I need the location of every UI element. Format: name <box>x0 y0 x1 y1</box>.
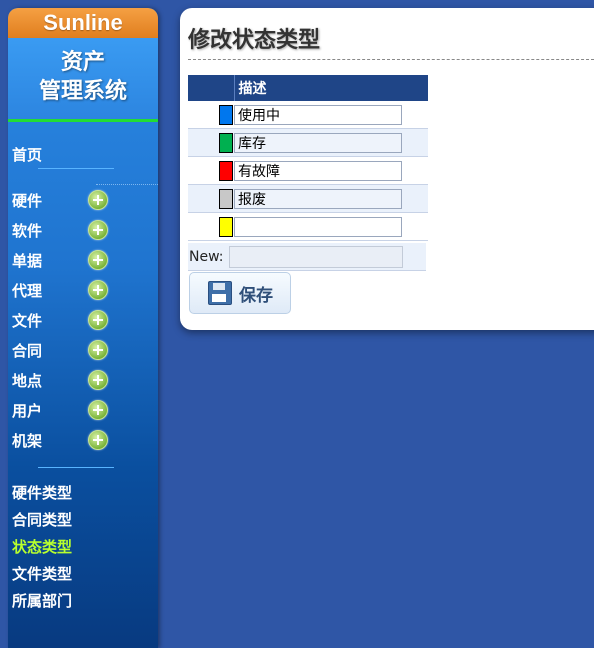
type-link-hardware-types[interactable]: 硬件类型 <box>8 480 158 507</box>
save-button-label: 保存 <box>239 285 273 306</box>
color-column-header <box>188 75 235 101</box>
nav-item-racks[interactable]: 机架 <box>8 425 158 455</box>
floppy-disk-icon <box>208 281 232 305</box>
expand-plus-icon[interactable] <box>88 250 108 270</box>
expand-plus-icon[interactable] <box>88 400 108 420</box>
type-link-contract-types[interactable]: 合同类型 <box>8 507 158 534</box>
app-title-line2: 管理系统 <box>38 79 127 104</box>
nav-item-users[interactable]: 用户 <box>8 395 158 425</box>
status-table: 描述 <box>188 75 428 241</box>
nav-item-label[interactable]: 地点 <box>12 370 88 391</box>
sidebar: Sunline 资产 管理系统 首页 硬件 软件 单据 代理 文件 合同 地点 … <box>8 8 158 648</box>
table-row <box>188 212 428 241</box>
expand-plus-icon[interactable] <box>88 220 108 240</box>
table-row <box>188 128 428 157</box>
type-link-status-types[interactable]: 状态类型 <box>8 534 158 561</box>
app-title-line1: 资产 <box>60 50 105 75</box>
description-input[interactable] <box>234 160 402 181</box>
nav-item-hardware[interactable]: 硬件 <box>8 185 158 215</box>
expand-plus-icon[interactable] <box>88 340 108 360</box>
nav-item-label[interactable]: 合同 <box>12 340 88 361</box>
expand-plus-icon[interactable] <box>88 280 108 300</box>
description-input[interactable] <box>234 132 402 153</box>
app-title: 资产 管理系统 <box>8 38 158 122</box>
color-swatch[interactable] <box>219 188 233 209</box>
sidebar-divider <box>38 168 114 169</box>
expand-plus-icon[interactable] <box>88 310 108 330</box>
nav-item-files[interactable]: 文件 <box>8 305 158 335</box>
nav-list: 硬件 软件 单据 代理 文件 合同 地点 用户 机架 <box>8 185 158 455</box>
table-row <box>188 156 428 185</box>
nav-item-documents[interactable]: 单据 <box>8 245 158 275</box>
new-status-input[interactable] <box>228 245 403 268</box>
nav-item-agents[interactable]: 代理 <box>8 275 158 305</box>
color-swatch[interactable] <box>219 132 233 153</box>
nav-item-contracts[interactable]: 合同 <box>8 335 158 365</box>
color-swatch[interactable] <box>219 104 233 125</box>
nav-item-label[interactable]: 软件 <box>12 220 88 241</box>
type-link-departments[interactable]: 所属部门 <box>8 588 158 615</box>
sidebar-divider <box>38 467 114 468</box>
color-swatch[interactable] <box>219 160 233 181</box>
nav-item-label[interactable]: 用户 <box>12 400 88 421</box>
expand-plus-icon[interactable] <box>88 430 108 450</box>
description-input[interactable] <box>234 216 402 237</box>
expand-plus-icon[interactable] <box>88 370 108 390</box>
nav-item-label[interactable]: 机架 <box>12 430 88 451</box>
save-button[interactable]: 保存 <box>189 272 291 314</box>
nav-item-label[interactable]: 硬件 <box>12 190 88 211</box>
type-link-file-types[interactable]: 文件类型 <box>8 561 158 588</box>
new-status-row: New: <box>188 243 426 271</box>
table-row <box>188 184 428 213</box>
description-column-header: 描述 <box>234 75 428 101</box>
nav-home-link[interactable]: 首页 <box>8 124 158 164</box>
title-divider <box>188 59 594 60</box>
nav-item-software[interactable]: 软件 <box>8 215 158 245</box>
brand-logo: Sunline <box>8 8 158 38</box>
description-input[interactable] <box>234 188 402 209</box>
main-panel: 修改状态类型 描述 New: 保存 <box>180 8 594 330</box>
nav-item-label[interactable]: 代理 <box>12 280 88 301</box>
new-label: New: <box>189 248 224 265</box>
table-header-row: 描述 <box>188 75 428 101</box>
nav-item-label[interactable]: 文件 <box>12 310 88 331</box>
description-input[interactable] <box>234 104 402 125</box>
nav-item-locations[interactable]: 地点 <box>8 365 158 395</box>
color-swatch[interactable] <box>219 216 233 237</box>
page-title: 修改状态类型 <box>188 28 321 53</box>
nav-item-label[interactable]: 单据 <box>12 250 88 271</box>
expand-plus-icon[interactable] <box>88 190 108 210</box>
table-row <box>188 101 428 129</box>
